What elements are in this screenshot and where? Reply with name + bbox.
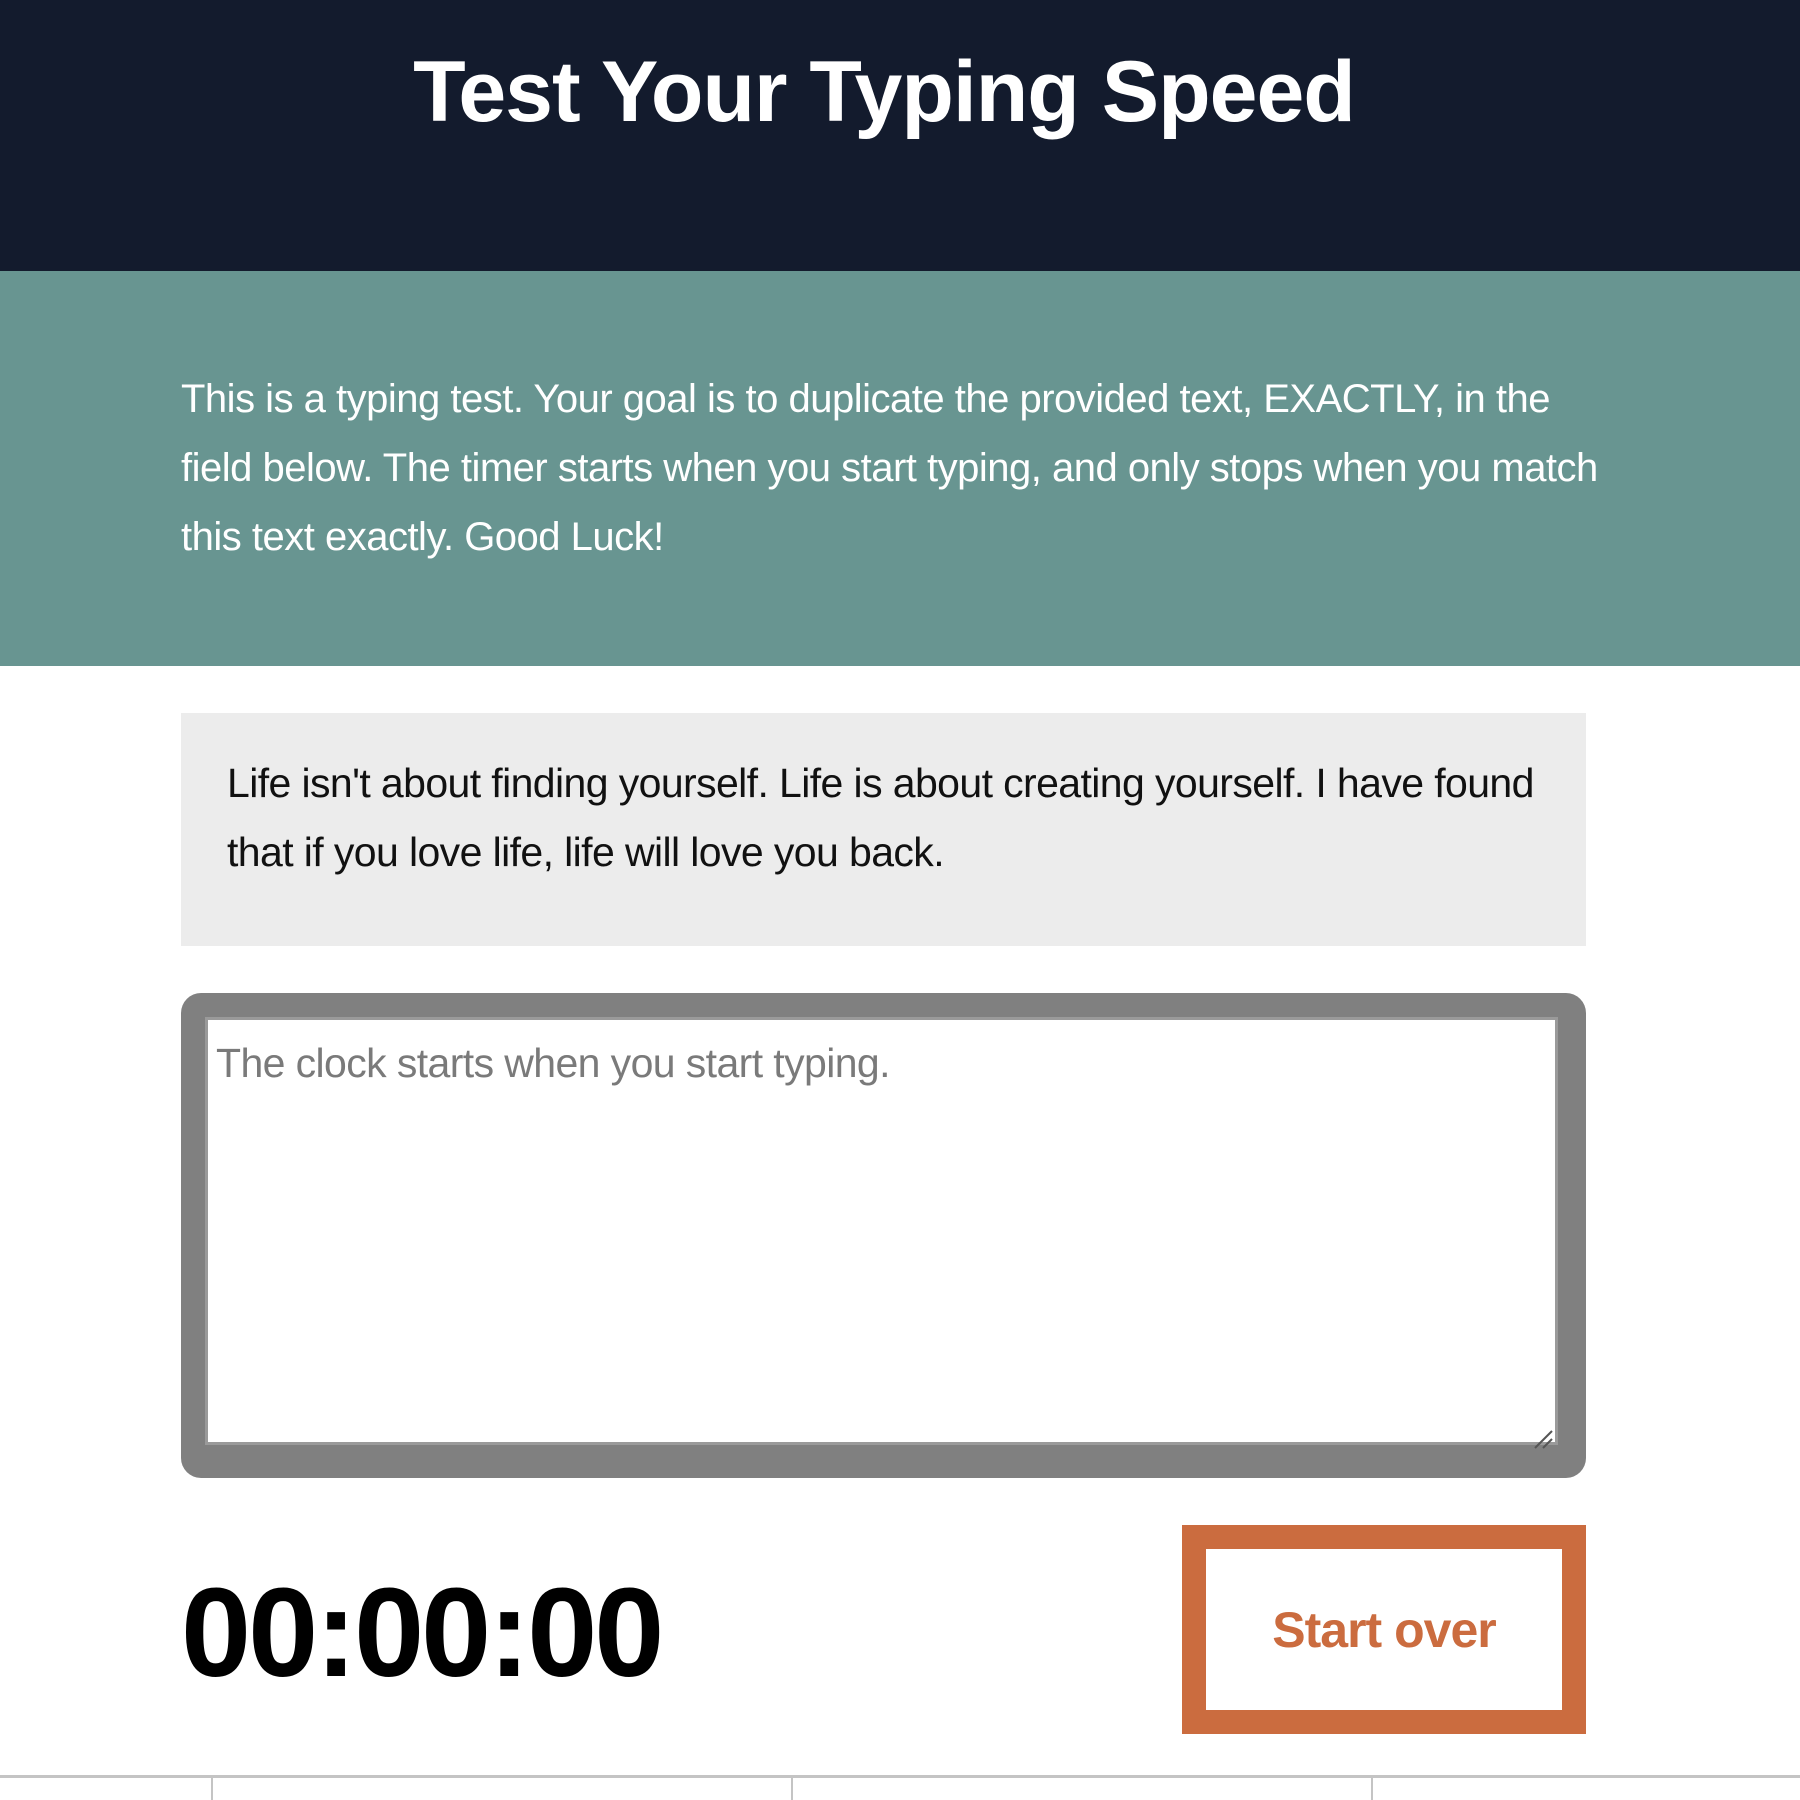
bottom-divider-tick: [211, 1778, 213, 1800]
typing-area-wrapper: [181, 993, 1586, 1478]
bottom-divider: [0, 1775, 1800, 1778]
bottom-divider-tick: [1371, 1778, 1373, 1800]
intro-section: This is a typing test. Your goal is to d…: [0, 271, 1800, 666]
page: Test Your Typing Speed This is a typing …: [0, 0, 1800, 1800]
intro-text: This is a typing test. Your goal is to d…: [181, 377, 1598, 559]
typing-input[interactable]: [205, 1017, 1558, 1445]
bottom-divider-tick: [791, 1778, 793, 1800]
sample-text: Life isn't about finding yourself. Life …: [227, 760, 1534, 875]
page-header: Test Your Typing Speed: [0, 0, 1800, 271]
start-over-button[interactable]: Start over: [1182, 1525, 1586, 1734]
timer-display: 00:00:00: [181, 1562, 664, 1703]
sample-text-box: Life isn't about finding yourself. Life …: [181, 713, 1586, 946]
page-title: Test Your Typing Speed: [413, 44, 1356, 140]
resize-handle-icon[interactable]: [1531, 1427, 1553, 1449]
